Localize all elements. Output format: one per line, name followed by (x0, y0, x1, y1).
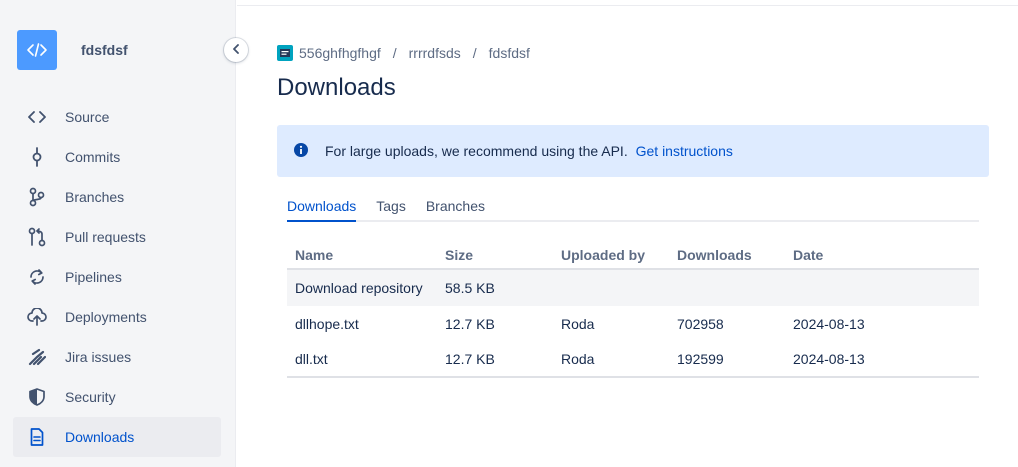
tab-tags[interactable]: Tags (376, 198, 406, 222)
table-header: Name Size Uploaded by Downloads Date (287, 242, 979, 270)
download-repository-row[interactable]: Download repository 58.5 KB (287, 270, 979, 306)
sidebar-item-label: Commits (65, 149, 121, 165)
cell-date: 2024-08-13 (793, 351, 865, 367)
sidebar-item-jira-issues[interactable]: Jira issues (13, 337, 221, 377)
col-size-header[interactable]: Size (437, 247, 553, 263)
cell-size: 58.5 KB (445, 280, 495, 296)
banner-text: For large uploads, we recommend using th… (325, 143, 628, 159)
table-row[interactable]: dllhope.txt 12.7 KB Roda 702958 2024-08-… (287, 306, 979, 342)
cell-uploader: Roda (561, 351, 595, 367)
download-repository-link[interactable]: Download repository (287, 280, 437, 296)
breadcrumb-separator: / (472, 45, 477, 61)
sidebar-item-branches[interactable]: Branches (13, 177, 221, 217)
sidebar: fdsfdsf Source Commits Branches Pull req… (0, 0, 236, 467)
breadcrumb-repo[interactable]: fdsfdsf (489, 45, 530, 61)
file-name-link[interactable]: dllhope.txt (287, 316, 437, 332)
breadcrumb-workspace[interactable]: 556ghfhgfhgf (299, 45, 381, 61)
sidebar-item-label: Downloads (65, 429, 135, 445)
banner-message: For large uploads, we recommend using th… (325, 143, 733, 159)
sidebar-item-label: Deployments (65, 309, 147, 325)
table-row[interactable]: dll.txt 12.7 KB Roda 192599 2024-08-13 (287, 342, 979, 378)
sidebar-item-label: Pull requests (65, 229, 146, 245)
sidebar-item-label: Source (65, 109, 110, 125)
cell-size: 12.7 KB (445, 316, 495, 332)
page-title: Downloads (277, 74, 396, 101)
sidebar-item-pipelines[interactable]: Pipelines (13, 257, 221, 297)
repo-header[interactable]: fdsfdsf (17, 30, 128, 70)
breadcrumb-project[interactable]: rrrrdfsds (409, 45, 461, 61)
commits-icon (27, 147, 47, 167)
cell-date: 2024-08-13 (793, 316, 865, 332)
tab-branches[interactable]: Branches (426, 198, 485, 222)
chevron-left-icon (232, 41, 240, 59)
sidebar-item-downloads[interactable]: Downloads (13, 417, 221, 457)
col-name-header[interactable]: Name (287, 247, 437, 263)
downloads-table: Name Size Uploaded by Downloads Date Dow… (287, 242, 979, 378)
breadcrumb-separator: / (392, 45, 397, 61)
info-banner: For large uploads, we recommend using th… (277, 125, 989, 177)
cell-downloads: 702958 (677, 316, 724, 332)
tab-bar: Downloads Tags Branches (287, 198, 979, 222)
code-icon (17, 30, 57, 70)
col-uploader-header[interactable]: Uploaded by (553, 247, 669, 263)
sidebar-item-label: Pipelines (65, 269, 122, 285)
col-downloads-header[interactable]: Downloads (669, 247, 785, 263)
sidebar-nav: Source Commits Branches Pull requests Pi… (13, 97, 221, 457)
sidebar-item-source[interactable]: Source (13, 97, 221, 137)
branches-icon (27, 187, 47, 207)
project-icon (277, 45, 293, 61)
get-instructions-link[interactable]: Get instructions (636, 143, 733, 159)
info-icon (293, 142, 309, 161)
sidebar-item-label: Security (65, 389, 116, 405)
shield-icon (27, 387, 47, 407)
pipelines-icon (27, 267, 47, 287)
cell-uploader: Roda (561, 316, 595, 332)
col-date-header[interactable]: Date (785, 247, 905, 263)
breadcrumb: 556ghfhgfhgf / rrrrdfsds / fdsfdsf (277, 45, 530, 61)
repo-name: fdsfdsf (81, 42, 128, 58)
sidebar-item-label: Jira issues (65, 349, 132, 365)
top-divider (237, 5, 1018, 6)
pull-requests-icon (27, 227, 47, 247)
cell-downloads: 192599 (677, 351, 724, 367)
sidebar-item-label: Branches (65, 189, 125, 205)
sidebar-item-security[interactable]: Security (13, 377, 221, 417)
sidebar-item-pull-requests[interactable]: Pull requests (13, 217, 221, 257)
sidebar-item-commits[interactable]: Commits (13, 137, 221, 177)
tab-downloads[interactable]: Downloads (287, 198, 357, 222)
sidebar-item-deployments[interactable]: Deployments (13, 297, 221, 337)
file-name-link[interactable]: dll.txt (287, 351, 437, 367)
deployments-icon (27, 307, 47, 327)
source-icon (27, 107, 47, 127)
collapse-sidebar-button[interactable] (224, 38, 248, 62)
cell-size: 12.7 KB (445, 351, 495, 367)
document-icon (27, 427, 47, 447)
jira-icon (27, 347, 47, 367)
